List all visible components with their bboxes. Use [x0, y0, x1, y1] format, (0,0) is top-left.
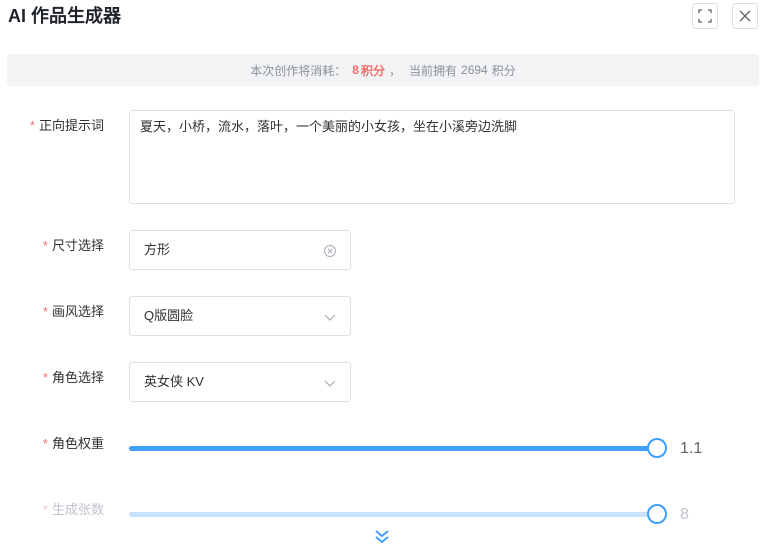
size-label: * 尺寸选择	[42, 238, 104, 253]
balance-prefix: 当前拥有	[409, 63, 458, 78]
dialog-title: AI 作品生成器	[8, 6, 122, 26]
style-select-value: Q版圆脸	[144, 308, 194, 323]
close-button[interactable]	[732, 3, 758, 29]
character-weight-value: 1.1	[680, 440, 703, 457]
character-select-value: 英女侠 KV	[144, 374, 204, 389]
fullscreen-icon	[698, 9, 712, 23]
character-select[interactable]: 英女侠 KV	[129, 362, 351, 402]
slider-thumb	[647, 504, 667, 524]
balance-value: 2694	[461, 63, 488, 77]
cost-notice: 本次创作将消耗： 8 积分 ， 当前拥有 2694 积分	[7, 54, 759, 86]
cost-value: 8	[352, 63, 359, 77]
circle-close-icon[interactable]	[322, 243, 338, 259]
count-slider	[129, 503, 667, 525]
count-value: 8	[680, 506, 689, 523]
style-select[interactable]: Q版圆脸	[129, 296, 351, 336]
cost-prefix: 本次创作将消耗：	[250, 63, 347, 78]
double-chevron-down-icon[interactable]	[374, 528, 390, 544]
prompt-textarea[interactable]: 夏天，小桥，流水，落叶，一个美丽的小女孩，坐在小溪旁边洗脚	[129, 110, 735, 204]
size-select[interactable]: 方形	[129, 230, 351, 270]
cost-unit: 积分	[360, 63, 385, 78]
chevron-down-icon	[324, 314, 336, 321]
chevron-down-icon	[324, 380, 336, 387]
size-select-value: 方形	[144, 242, 171, 257]
cost-separator: ，	[388, 63, 401, 78]
character-label: * 角色选择	[42, 370, 104, 385]
style-label: * 画风选择	[42, 304, 104, 319]
fullscreen-button[interactable]	[692, 3, 718, 29]
character-weight-label: * 角色权重	[42, 436, 104, 451]
slider-thumb[interactable]	[647, 438, 667, 458]
close-icon	[739, 10, 751, 22]
slider-fill	[129, 512, 656, 517]
character-weight-slider[interactable]	[129, 437, 667, 459]
prompt-label: * 正向提示词	[29, 118, 104, 133]
count-label: * 生成张数	[42, 502, 104, 517]
balance-unit: 积分	[491, 63, 516, 78]
slider-fill	[129, 446, 656, 451]
